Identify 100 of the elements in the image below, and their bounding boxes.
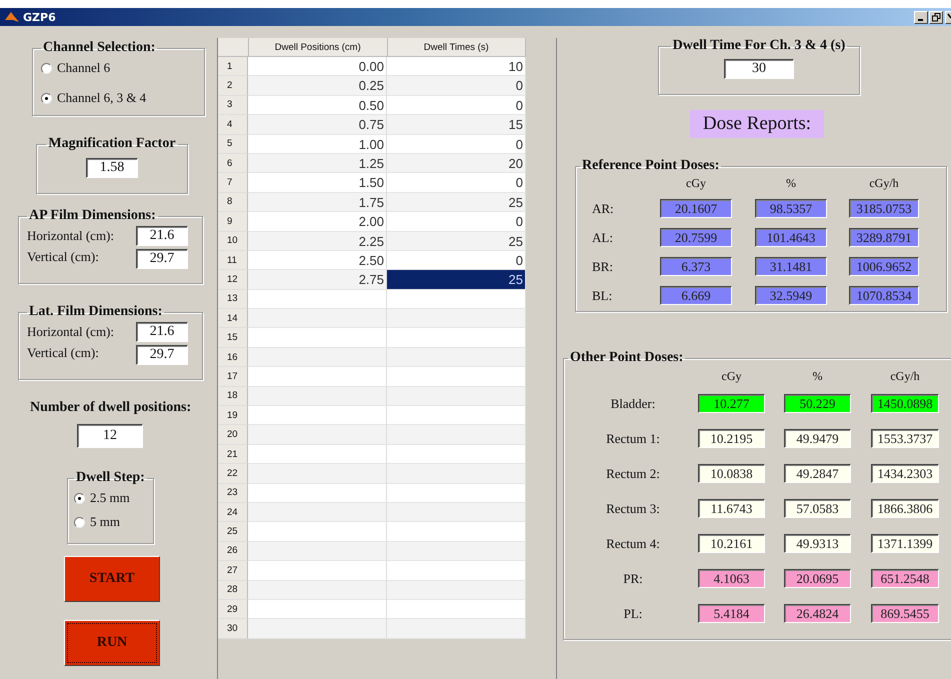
value-field[interactable]: 3185.0753 bbox=[849, 199, 919, 218]
table-cell[interactable] bbox=[248, 425, 387, 445]
radio-label[interactable]: 5 mm bbox=[90, 514, 120, 530]
row-header[interactable]: 29 bbox=[218, 600, 248, 620]
table-cell[interactable] bbox=[248, 464, 387, 484]
table-cell[interactable] bbox=[387, 561, 526, 581]
table-cell[interactable]: 25 bbox=[387, 270, 526, 290]
row-header[interactable]: 12 bbox=[218, 270, 248, 290]
table-cell[interactable]: 0 bbox=[387, 173, 526, 193]
row-header[interactable]: 22 bbox=[218, 464, 248, 484]
row-header[interactable]: 24 bbox=[218, 502, 248, 522]
table-cell[interactable]: 0.50 bbox=[248, 96, 387, 116]
value-field[interactable]: 10.277 bbox=[698, 394, 765, 413]
input-field[interactable]: 1.58 bbox=[86, 158, 138, 178]
radio-label[interactable]: Channel 6 bbox=[57, 60, 110, 76]
input-field[interactable]: 12 bbox=[77, 424, 143, 448]
table-cell[interactable] bbox=[248, 484, 387, 503]
table-cell[interactable]: 0.75 bbox=[248, 115, 387, 135]
restore-button[interactable] bbox=[929, 10, 943, 24]
table-cell[interactable]: 0 bbox=[387, 212, 526, 232]
value-field[interactable]: 20.7599 bbox=[660, 228, 732, 247]
radio-label[interactable]: Channel 6, 3 & 4 bbox=[57, 90, 146, 106]
input-field[interactable]: 21.6 bbox=[136, 226, 188, 246]
value-field[interactable]: 1371.1399 bbox=[871, 534, 939, 553]
table-cell[interactable] bbox=[387, 542, 526, 562]
table-cell[interactable]: 0 bbox=[387, 134, 526, 154]
table-cell[interactable] bbox=[387, 425, 526, 445]
table-cell[interactable] bbox=[248, 328, 387, 348]
table-cell[interactable]: 15 bbox=[387, 115, 526, 135]
row-header[interactable]: 9 bbox=[218, 212, 248, 232]
table-cell[interactable]: 10 bbox=[387, 57, 526, 76]
value-field[interactable]: 3289.8791 bbox=[849, 228, 919, 247]
value-field[interactable]: 98.5357 bbox=[755, 199, 827, 218]
row-header[interactable]: 15 bbox=[218, 328, 248, 348]
value-field[interactable]: 101.4643 bbox=[755, 228, 827, 247]
table-cell[interactable] bbox=[387, 348, 526, 368]
row-header[interactable]: 20 bbox=[218, 425, 248, 445]
input-field[interactable]: 21.6 bbox=[136, 322, 188, 342]
table-cell[interactable]: 25 bbox=[387, 232, 526, 251]
table-cell[interactable] bbox=[387, 444, 526, 464]
table-cell[interactable]: 25 bbox=[387, 192, 526, 212]
row-header[interactable]: 3 bbox=[218, 96, 248, 116]
table-cell[interactable] bbox=[387, 386, 526, 406]
table-cell[interactable] bbox=[248, 367, 387, 387]
row-header[interactable]: 18 bbox=[218, 386, 248, 406]
table-cell[interactable] bbox=[387, 600, 526, 620]
table-cell[interactable] bbox=[387, 290, 526, 310]
table-cell[interactable] bbox=[248, 309, 387, 328]
radio-button[interactable] bbox=[74, 492, 85, 504]
value-field[interactable]: 57.0583 bbox=[784, 499, 851, 518]
value-field[interactable]: 49.9479 bbox=[784, 429, 851, 448]
row-header[interactable]: 26 bbox=[218, 542, 248, 562]
row-header[interactable]: 16 bbox=[218, 348, 248, 368]
value-field[interactable]: 4.1063 bbox=[698, 569, 765, 588]
table-cell[interactable] bbox=[387, 580, 526, 600]
column-header[interactable]: Dwell Times (s) bbox=[388, 38, 526, 57]
table-cell[interactable]: 20 bbox=[387, 154, 526, 174]
value-field[interactable]: 31.1481 bbox=[755, 257, 827, 276]
row-header[interactable]: 23 bbox=[218, 484, 248, 503]
row-header[interactable]: 1 bbox=[218, 57, 248, 76]
table-cell[interactable]: 0 bbox=[387, 76, 526, 96]
value-field[interactable]: 869.5455 bbox=[871, 604, 939, 623]
column-header[interactable]: Dwell Positions (cm) bbox=[249, 38, 388, 57]
input-field[interactable]: 30 bbox=[724, 59, 794, 79]
radio-button[interactable] bbox=[41, 92, 52, 104]
table-cell[interactable]: 0 bbox=[387, 96, 526, 116]
radio-button[interactable] bbox=[41, 62, 52, 74]
table-cell[interactable]: 2.75 bbox=[248, 270, 387, 290]
value-field[interactable]: 1553.3737 bbox=[871, 429, 939, 448]
table-cell[interactable] bbox=[248, 386, 387, 406]
table-cell[interactable] bbox=[387, 464, 526, 484]
table-cell[interactable] bbox=[387, 619, 526, 639]
row-header[interactable]: 19 bbox=[218, 406, 248, 426]
table-cell[interactable] bbox=[248, 290, 387, 310]
table-cell[interactable]: 1.25 bbox=[248, 154, 387, 174]
row-header[interactable]: 30 bbox=[218, 619, 248, 639]
table-cell[interactable] bbox=[387, 406, 526, 426]
row-header[interactable]: 10 bbox=[218, 232, 248, 251]
table-cell[interactable]: 0.25 bbox=[248, 76, 387, 96]
row-header[interactable]: 28 bbox=[218, 580, 248, 600]
row-header[interactable]: 6 bbox=[218, 154, 248, 174]
table-cell[interactable] bbox=[248, 502, 387, 522]
value-field[interactable]: 20.1607 bbox=[660, 199, 732, 218]
value-field[interactable]: 49.2847 bbox=[784, 464, 851, 483]
value-field[interactable]: 50.229 bbox=[784, 394, 851, 413]
value-field[interactable]: 11.6743 bbox=[698, 499, 765, 518]
table-cell[interactable]: 2.00 bbox=[248, 212, 387, 232]
input-field[interactable]: 29.7 bbox=[136, 345, 188, 365]
value-field[interactable]: 10.2161 bbox=[698, 534, 765, 553]
table-cell[interactable]: 0.00 bbox=[248, 57, 387, 76]
row-header[interactable]: 14 bbox=[218, 309, 248, 328]
table-cell[interactable] bbox=[248, 444, 387, 464]
value-field[interactable]: 10.2195 bbox=[698, 429, 765, 448]
table-cell[interactable]: 1.00 bbox=[248, 134, 387, 154]
row-header[interactable]: 7 bbox=[218, 173, 248, 193]
row-header[interactable]: 27 bbox=[218, 561, 248, 581]
table-cell[interactable] bbox=[248, 619, 387, 639]
row-header[interactable]: 13 bbox=[218, 290, 248, 310]
radio-label[interactable]: 2.5 mm bbox=[90, 490, 130, 506]
table-cell[interactable]: 1.75 bbox=[248, 192, 387, 212]
